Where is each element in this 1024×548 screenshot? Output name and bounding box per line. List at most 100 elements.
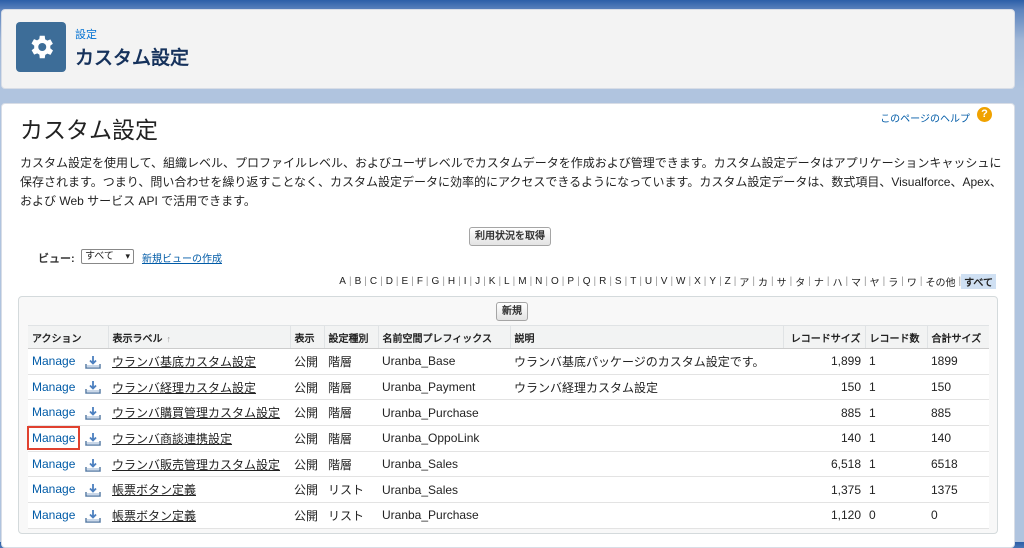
alpha-filter-item[interactable]: ワ xyxy=(904,274,920,289)
label-link[interactable]: ウランバ商談連携設定 xyxy=(112,432,232,446)
view-select[interactable]: すべて ▾ xyxy=(81,249,134,264)
alpha-filter-item[interactable]: カ xyxy=(755,274,771,289)
cell-action: Manage xyxy=(28,476,108,504)
cell-prefix: Uranba_Payment xyxy=(378,374,510,401)
cell-prefix: Uranba_OppoLink xyxy=(378,425,510,452)
manage-link[interactable]: Manage xyxy=(26,425,81,450)
help-icon[interactable]: ? xyxy=(977,107,992,122)
alpha-filter-item[interactable]: G xyxy=(429,276,443,287)
manage-link[interactable]: Manage xyxy=(32,405,75,419)
alpha-filter-item[interactable]: S xyxy=(612,276,625,287)
alpha-filter-item[interactable]: Z xyxy=(722,276,734,287)
alpha-filter-item[interactable]: Y xyxy=(706,276,719,287)
export-icon[interactable] xyxy=(85,380,102,395)
get-usage-button[interactable]: 利用状況を取得 xyxy=(469,227,551,246)
alpha-filter-item[interactable]: F xyxy=(414,276,426,287)
manage-link[interactable]: Manage xyxy=(32,380,75,394)
cell-record-count: 1 xyxy=(865,348,927,375)
alpha-filter-item[interactable]: K xyxy=(486,276,499,287)
alpha-filter-item[interactable]: ア xyxy=(736,274,752,289)
cell-record-size: 885 xyxy=(783,399,865,427)
label-link[interactable]: 帳票ボタン定義 xyxy=(112,509,196,523)
alpha-filter-item[interactable]: L xyxy=(501,276,513,287)
alpha-filter-item[interactable]: B xyxy=(352,276,365,287)
alpha-filter-item[interactable]: マ xyxy=(848,274,864,289)
alpha-filter-item[interactable]: X xyxy=(691,276,704,287)
alpha-filter-item[interactable]: ハ xyxy=(829,274,845,289)
alpha-filter-item[interactable]: サ xyxy=(774,274,790,289)
alpha-filter-item[interactable]: A xyxy=(336,276,349,287)
create-new-view-link[interactable]: 新規ビューの作成 xyxy=(142,250,222,265)
cell-record-size: 1,899 xyxy=(783,348,865,375)
alpha-filter-item[interactable]: タ xyxy=(792,274,808,289)
alpha-filter-item[interactable]: ヤ xyxy=(867,274,883,289)
export-icon[interactable] xyxy=(85,432,102,446)
alpha-filter-item[interactable]: D xyxy=(383,276,396,287)
label-link[interactable]: ウランバ基底カスタム設定 xyxy=(112,355,256,369)
cell-total-size: 0 xyxy=(927,502,989,529)
label-link[interactable]: 帳票ボタン定義 xyxy=(112,483,196,497)
table-row: Manage ウランバ経理カスタム設定 公開 階層 Uranba_Payment ウランバ… xyxy=(28,374,989,401)
alpha-filter-item[interactable]: E xyxy=(399,276,412,287)
alpha-filter-item[interactable]: O xyxy=(548,276,562,287)
column-header-total-size[interactable]: 合計サイズ xyxy=(926,325,989,349)
alpha-filter-item[interactable]: T xyxy=(627,276,639,287)
column-header-label-text: 表示ラベル xyxy=(112,333,163,345)
label-link[interactable]: ウランバ販売管理カスタム設定 xyxy=(112,458,280,472)
column-header-label[interactable]: 表示ラベル ↑ xyxy=(107,325,290,349)
new-button[interactable]: 新規 xyxy=(496,302,528,321)
export-icon[interactable] xyxy=(85,483,102,497)
column-header-visibility[interactable]: 表示 xyxy=(289,325,324,349)
cell-record-size: 1,120 xyxy=(783,502,865,529)
export-icon[interactable] xyxy=(85,458,102,472)
label-link[interactable]: ウランバ購買管理カスタム設定 xyxy=(112,406,280,420)
alpha-filter-item[interactable]: U xyxy=(642,276,655,287)
cell-visibility: 公開 xyxy=(290,399,324,427)
cell-label: ウランバ販売管理カスタム設定 xyxy=(108,451,290,478)
table-row: Manage 帳票ボタン定義 公開 リスト Uranba_Sales 1,375 1 1375 xyxy=(28,476,989,504)
cell-record-count: 1 xyxy=(865,476,927,504)
alpha-filter-item[interactable]: すべて xyxy=(961,273,996,289)
column-header-record-count[interactable]: レコード数 xyxy=(864,325,927,349)
cell-description: ウランバ基底パッケージのカスタム設定です。 xyxy=(510,348,783,375)
column-header-prefix[interactable]: 名前空間プレフィックス xyxy=(377,325,510,349)
view-label: ビュー: xyxy=(38,253,75,265)
manage-link[interactable]: Manage xyxy=(32,354,75,368)
manage-link[interactable]: Manage xyxy=(32,482,75,496)
alpha-filter-item[interactable]: P xyxy=(564,276,577,287)
alpha-filter-item[interactable]: ナ xyxy=(811,274,827,289)
cell-record-count: 1 xyxy=(865,374,927,401)
column-header-description[interactable]: 説明 xyxy=(509,325,783,349)
alpha-filter-item[interactable]: R xyxy=(596,276,609,287)
chevron-down-icon: ▾ xyxy=(125,251,130,261)
help-link[interactable]: このページのヘルプ xyxy=(880,110,970,125)
table-row: Manage 帳票ボタン定義 公開 リスト Uranba_Purchase 1,120 0 0 xyxy=(28,502,989,529)
alpha-filter-item[interactable]: I xyxy=(461,276,470,287)
alpha-filter-item[interactable]: W xyxy=(673,276,688,287)
alpha-filter-item[interactable]: Q xyxy=(580,276,594,287)
alpha-filter-item[interactable]: V xyxy=(658,276,671,287)
alpha-filter-item[interactable]: ラ xyxy=(885,274,901,289)
manage-link[interactable]: Manage xyxy=(32,508,75,522)
column-header-record-size[interactable]: レコードサイズ xyxy=(782,325,865,349)
breadcrumb[interactable]: 設定 xyxy=(75,26,97,42)
export-icon[interactable] xyxy=(85,406,102,420)
cell-prefix: Uranba_Sales xyxy=(378,451,510,478)
gear-icon xyxy=(16,22,66,72)
label-link[interactable]: ウランバ経理カスタム設定 xyxy=(112,381,256,395)
export-icon[interactable] xyxy=(85,509,102,523)
export-icon[interactable] xyxy=(85,355,102,369)
page-header: 設定 カスタム設定 xyxy=(1,9,1015,89)
column-header-type[interactable]: 設定種別 xyxy=(323,325,378,349)
cell-type: 階層 xyxy=(324,348,378,375)
cell-record-size: 150 xyxy=(783,374,865,401)
sort-ascending-icon: ↑ xyxy=(166,333,172,344)
cell-prefix: Uranba_Purchase xyxy=(378,399,510,427)
alpha-filter-item[interactable]: J xyxy=(472,276,483,287)
alpha-filter-item[interactable]: M xyxy=(515,276,529,287)
manage-link[interactable]: Manage xyxy=(32,457,75,471)
alpha-filter-item[interactable]: N xyxy=(532,276,545,287)
alpha-filter-item[interactable]: その他 xyxy=(922,274,958,289)
alpha-filter-item[interactable]: C xyxy=(367,276,380,287)
alpha-filter-item[interactable]: H xyxy=(445,276,458,287)
